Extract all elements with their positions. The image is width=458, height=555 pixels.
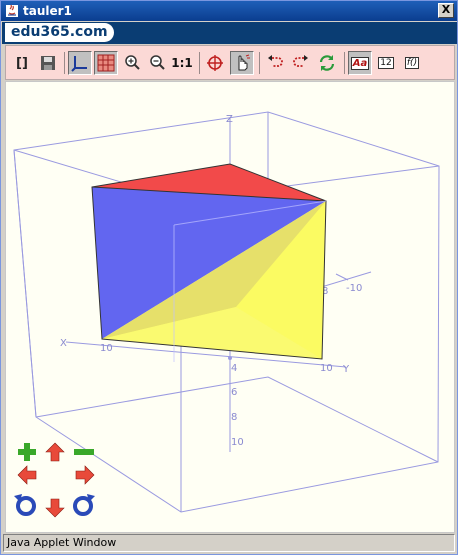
status-text: Java Applet Window bbox=[7, 536, 117, 549]
z-tick-label: 4 bbox=[231, 363, 237, 374]
move-up-control[interactable] bbox=[45, 442, 65, 462]
move-down-control[interactable] bbox=[45, 498, 65, 518]
target-icon bbox=[207, 55, 223, 71]
z-tick-label: 6 bbox=[231, 387, 237, 398]
axes-icon bbox=[71, 56, 87, 72]
z-tick-label: 10 bbox=[231, 437, 244, 448]
zoom-in-control[interactable] bbox=[18, 443, 36, 461]
zoom-in-icon bbox=[125, 55, 140, 70]
move-left-control[interactable] bbox=[17, 465, 37, 485]
toolbar: [] 1:1 Aa 12 f() bbox=[5, 45, 455, 80]
side-tick-label: -10 bbox=[346, 283, 362, 294]
y-axis-label: Y bbox=[342, 364, 350, 375]
zoom-reset-button[interactable]: 1:1 bbox=[170, 51, 194, 75]
target-button[interactable] bbox=[203, 51, 227, 75]
applet-window: tauler1 X edu365.com [] 1:1 Aa 12 f() Z … bbox=[0, 0, 458, 555]
label-icon: Aa bbox=[350, 56, 370, 70]
brand-bar: edu365.com bbox=[2, 22, 457, 44]
save-button[interactable] bbox=[36, 51, 60, 75]
3d-canvas[interactable]: Z X Y 10 10 -10 8 4 6 8 10 bbox=[5, 81, 455, 533]
x-tick-label: 10 bbox=[100, 343, 113, 354]
edu365-logo: edu365.com bbox=[5, 23, 114, 42]
java-icon bbox=[6, 4, 18, 17]
undo-button[interactable] bbox=[263, 51, 287, 75]
hand-pointer-icon bbox=[238, 54, 250, 71]
y-tick-label: 10 bbox=[320, 363, 333, 374]
zoom-out-control[interactable] bbox=[74, 449, 94, 455]
zoom-out-button[interactable] bbox=[145, 51, 169, 75]
hand-pointer-button[interactable] bbox=[230, 51, 254, 75]
brackets-icon: [] bbox=[16, 55, 28, 71]
window-title: tauler1 bbox=[23, 4, 72, 18]
rotate-right-control[interactable] bbox=[73, 494, 95, 516]
label-button[interactable]: Aa bbox=[348, 51, 372, 75]
toolbar-separator bbox=[199, 52, 200, 74]
toolbar-separator bbox=[259, 52, 260, 74]
axes-toggle-button[interactable] bbox=[68, 51, 92, 75]
status-bar: Java Applet Window bbox=[3, 534, 455, 552]
function-button[interactable]: f() bbox=[400, 51, 424, 75]
undo-icon bbox=[268, 55, 283, 67]
rotate-left-control[interactable] bbox=[14, 494, 36, 516]
refresh-icon bbox=[319, 55, 335, 71]
grid-icon bbox=[97, 54, 115, 72]
zoom-in-button[interactable] bbox=[120, 51, 144, 75]
number-button[interactable]: 12 bbox=[374, 51, 398, 75]
title-bar[interactable]: tauler1 X bbox=[1, 1, 457, 21]
refresh-button[interactable] bbox=[315, 51, 339, 75]
nav-controls bbox=[14, 442, 95, 518]
zoom-out-icon bbox=[150, 55, 165, 70]
redo-button[interactable] bbox=[289, 51, 313, 75]
close-icon: X bbox=[441, 3, 451, 16]
z-axis-label: Z bbox=[226, 114, 233, 125]
scene-svg: Z X Y 10 10 -10 8 4 6 8 10 bbox=[13, 111, 440, 518]
move-right-control[interactable] bbox=[75, 465, 95, 485]
zoom-reset-icon: 1:1 bbox=[171, 56, 193, 70]
close-button[interactable]: X bbox=[438, 3, 454, 18]
toolbar-separator bbox=[64, 52, 65, 74]
redo-icon bbox=[293, 55, 308, 67]
z-tick-label: 8 bbox=[231, 412, 237, 423]
x-axis-label: X bbox=[60, 338, 67, 349]
save-icon bbox=[41, 56, 55, 70]
function-icon: f() bbox=[404, 57, 420, 69]
number-icon: 12 bbox=[378, 57, 394, 69]
toolbar-separator bbox=[344, 52, 345, 74]
grid-toggle-button[interactable] bbox=[94, 51, 118, 75]
brackets-button[interactable]: [] bbox=[10, 51, 34, 75]
